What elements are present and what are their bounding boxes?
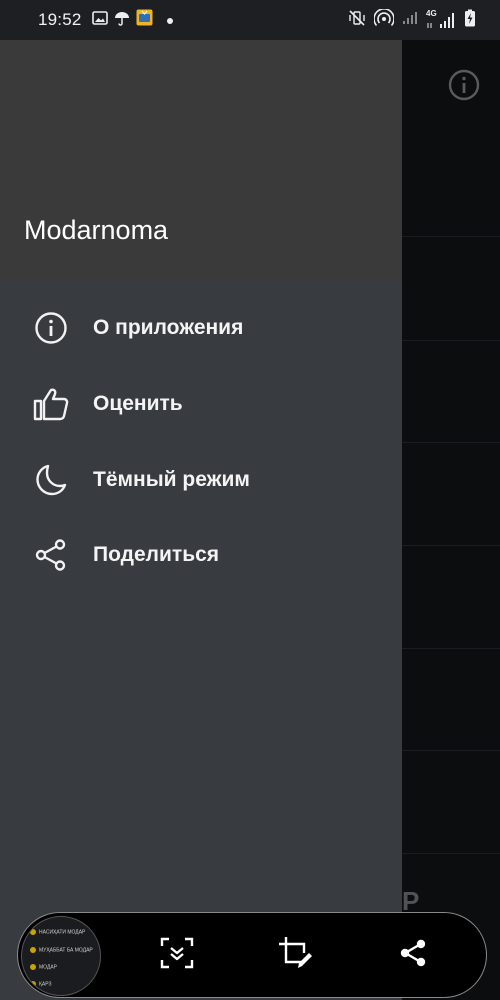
4g-signal-icon: 4G <box>426 9 456 29</box>
status-bar: 19:52 4G <box>0 0 500 40</box>
menu-item-label: О приложения <box>93 316 244 339</box>
app-title: Modarnoma <box>24 215 169 245</box>
crop-edit-icon <box>277 935 313 976</box>
drawer-scrim[interactable] <box>402 40 500 1000</box>
image-icon <box>91 10 108 31</box>
dot-icon <box>166 11 173 29</box>
menu-item-label: Оценить <box>93 392 183 415</box>
share-button[interactable] <box>391 933 435 977</box>
battery-charging-icon <box>464 9 476 32</box>
menu-item-label: Поделиться <box>93 543 220 566</box>
thumbnail-line: НАСИҲАТИ МОДАР <box>30 929 85 935</box>
status-right-icons: 4G <box>348 7 476 32</box>
drawer-header: Modarnoma <box>0 40 402 280</box>
thumbs-up-icon <box>33 386 69 422</box>
info-icon <box>33 310 69 346</box>
hotspot-icon <box>373 7 395 32</box>
menu-item-about[interactable]: О приложения <box>0 298 402 358</box>
crop-edit-button[interactable] <box>273 933 317 977</box>
scroll-capture-button[interactable] <box>155 933 199 977</box>
status-left-icons <box>91 9 173 31</box>
mute-vibrate-icon <box>348 9 366 31</box>
signal-bars-icon <box>402 11 418 30</box>
thumbnail-line: МОДАР <box>30 964 57 970</box>
moon-icon <box>33 462 69 498</box>
menu-item-label: Тёмный режим <box>93 468 250 491</box>
share-icon <box>398 938 428 973</box>
status-time: 19:52 <box>38 10 82 29</box>
navigation-drawer: Modarnoma О приложения Оценить Тёмный ре… <box>0 40 402 1000</box>
menu-item-dark-mode[interactable]: Тёмный режим <box>0 450 402 510</box>
tv-app-icon <box>136 9 153 31</box>
menu-item-share[interactable]: Поделиться <box>0 525 402 585</box>
screenshot-thumbnail[interactable]: НАСИҲАТИ МОДАР МУҲАББАТ БА МОДАР МОДАР Қ… <box>21 916 101 996</box>
menu-item-rate[interactable]: Оценить <box>0 374 402 434</box>
scroll-capture-icon <box>160 937 194 974</box>
screenshot-toolbar: НАСИҲАТИ МОДАР МУҲАББАТ БА МОДАР МОДАР Қ… <box>17 912 487 998</box>
thumbnail-line: МУҲАББАТ БА МОДАР <box>30 947 93 953</box>
thumbnail-line: ҚАРЗ <box>30 981 52 987</box>
share-icon <box>33 537 69 573</box>
umbrella-icon <box>114 10 130 31</box>
